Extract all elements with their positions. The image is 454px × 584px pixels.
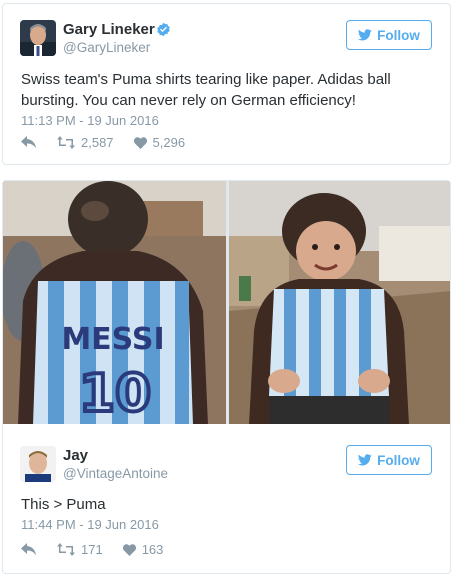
shirt-number-text: 10 — [79, 364, 151, 424]
like-button[interactable]: 163 — [122, 542, 164, 557]
heart-icon — [133, 136, 147, 149]
author-handle[interactable]: @GaryLineker — [63, 40, 150, 55]
media-container: MESSI 10 — [2, 180, 451, 424]
reply-text: This > Puma — [21, 496, 106, 513]
reply-author-name[interactable]: Jay — [63, 447, 88, 464]
reply-button[interactable] — [21, 543, 37, 556]
author-name[interactable]: Gary Lineker — [63, 21, 155, 38]
retweet-count: 2,587 — [81, 135, 114, 150]
author-avatar[interactable] — [20, 20, 56, 56]
retweet-icon — [57, 543, 75, 556]
follow-label: Follow — [377, 452, 420, 468]
reply-button[interactable] — [21, 136, 37, 149]
shirt-name-text: MESSI — [61, 322, 164, 357]
photo-boy-front[interactable] — [229, 181, 450, 424]
follow-label: Follow — [377, 27, 420, 43]
retweet-icon — [57, 136, 75, 149]
retweet-button[interactable]: 171 — [57, 542, 103, 557]
tweet-card: Gary Lineker @GaryLineker Follow Swiss t… — [2, 3, 451, 165]
reply-follow-button[interactable]: Follow — [346, 445, 432, 475]
photo-messi-shirt-back[interactable]: MESSI 10 — [3, 181, 226, 424]
retweet-count: 171 — [81, 542, 103, 557]
follow-button[interactable]: Follow — [346, 20, 432, 50]
reply-tweet-card: Jay @VintageAntoine Follow This > Puma 1… — [2, 424, 451, 574]
like-count: 163 — [141, 542, 164, 557]
reply-author-handle[interactable]: @VintageAntoine — [63, 466, 168, 481]
tweet-timestamp[interactable]: 11:13 PM - 19 Jun 2016 — [21, 113, 159, 128]
reply-timestamp[interactable]: 11:44 PM - 19 Jun 2016 — [21, 517, 159, 532]
retweet-button[interactable]: 2,587 — [57, 135, 114, 150]
verified-badge-icon — [156, 22, 171, 37]
reply-author-avatar[interactable] — [20, 446, 56, 482]
reply-icon — [21, 136, 36, 149]
tweet-actions: 2,587 5,296 — [21, 135, 205, 150]
reply-icon — [21, 543, 36, 556]
twitter-bird-icon — [358, 454, 372, 466]
like-button[interactable]: 5,296 — [133, 135, 186, 150]
reply-actions: 171 163 — [21, 542, 183, 557]
like-count: 5,296 — [152, 135, 186, 150]
tweet-text: Swiss team's Puma shirts tearing like pa… — [21, 71, 391, 109]
twitter-bird-icon — [358, 29, 372, 41]
heart-icon — [122, 543, 136, 556]
